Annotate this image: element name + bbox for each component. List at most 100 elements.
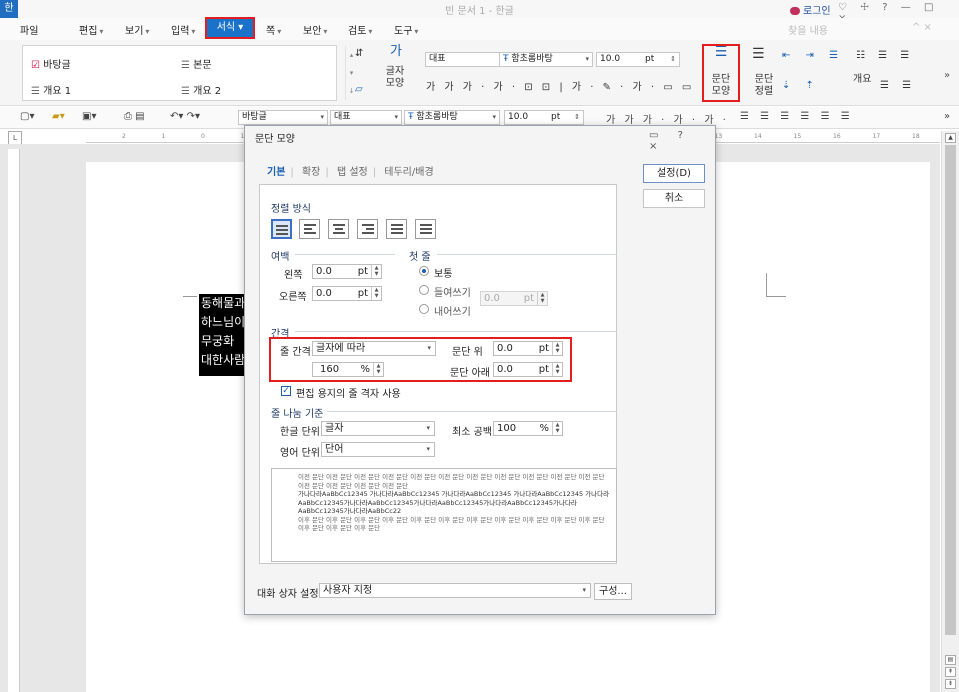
min-space-label: 최소 공백 xyxy=(452,427,492,438)
toolbar-style-select[interactable]: 바탕글 ▾ xyxy=(238,110,328,125)
menu-edit[interactable]: 편집 ▾ xyxy=(79,22,103,37)
ruler-tick: 15 xyxy=(793,133,802,140)
menu-view[interactable]: 보기 ▾ xyxy=(125,22,149,37)
outline-button[interactable]: 개요 xyxy=(853,74,871,86)
new-doc-icon[interactable]: ▢▾ xyxy=(20,111,34,122)
ribbon-size-field[interactable]: 10.0 pt ⇕ xyxy=(596,52,680,67)
style-item-batang[interactable]: ☑ 바탕글 xyxy=(31,56,71,71)
english-unit-select[interactable]: 단어 ▾ xyxy=(321,442,435,457)
align-right-button[interactable] xyxy=(357,219,378,239)
list-icons[interactable]: ☷ ☰ ☰ xyxy=(856,50,914,62)
align-distribute-button[interactable] xyxy=(386,219,407,239)
right-margin-label: 오른쪽 xyxy=(279,292,307,303)
toolbar-size-field[interactable]: 10.0 pt ⇕ xyxy=(504,110,584,125)
toolbar-align-icons[interactable]: ☰ ☰ ☰ ☰ ☰ ☰ xyxy=(740,111,854,122)
tab-basic[interactable]: 기본 xyxy=(267,167,285,178)
ribbon-font-select[interactable]: Ŧ 함초롬바탕 ▾ xyxy=(499,52,593,67)
preview-sample-text: 가나다라AaBbCc12345 가나다라AaBbCc12345 가나다라AaBb… xyxy=(298,490,610,515)
ribbon-expand-icon[interactable]: » xyxy=(944,70,950,82)
left-margin-input[interactable]: 0.0 pt ▲ ▼ xyxy=(312,264,382,279)
toolbar-expand-icon[interactable]: » xyxy=(944,111,950,122)
toolbar-font-select[interactable]: Ŧ 함초롬바탕 ▾ xyxy=(404,110,500,125)
first-line-indent-radio[interactable] xyxy=(419,285,429,295)
menu-file[interactable]: 파일 xyxy=(20,22,38,37)
align-justify-button[interactable] xyxy=(271,219,292,239)
paragraph-preview: 이전 문단 이전 문단 이전 문단 이전 문단 이전 문단 이전 문단 이전 문… xyxy=(271,468,617,562)
min-space-input[interactable]: 100% ▲ ▼ xyxy=(493,421,563,436)
dialog-controls[interactable]: ▭ ? × xyxy=(649,130,715,152)
dialog-title-bar[interactable]: 문단 모양 ▭ ? × xyxy=(245,126,715,152)
style-item-outline2[interactable]: ☰ 개요 2 xyxy=(181,82,221,97)
ribbon-format-row[interactable]: 가 가 가 · 가 · ⊡ ⊡ | 가 · ✎ · 가 · ▭ ▭ xyxy=(426,78,694,93)
right-margin-input[interactable]: 0.0 pt ▲ ▼ xyxy=(312,286,382,301)
tab-border-background[interactable]: 테두리/배경 xyxy=(384,167,433,178)
tab-extended[interactable]: 확장 xyxy=(302,167,320,178)
login-button[interactable]: 로그인 xyxy=(790,2,831,17)
first-line-normal-label: 보통 xyxy=(434,269,453,280)
menu-review[interactable]: 검토 ▾ xyxy=(348,22,372,37)
page-down-icon[interactable]: ⇟ xyxy=(945,679,956,689)
tab-tab-settings[interactable]: 탭 설정 xyxy=(337,167,368,178)
char-shape-button[interactable]: 글자 모양 xyxy=(382,66,408,90)
page-view-icon[interactable]: ▤ xyxy=(945,655,956,665)
first-line-normal-radio[interactable] xyxy=(419,266,429,276)
hangul-unit-select[interactable]: 글자 ▾ xyxy=(321,421,435,436)
indent-amount-input[interactable]: 0.0 pt ▲ ▼ xyxy=(480,291,548,306)
vertical-scrollbar[interactable]: ▲ ▤ ⇞ ⇟ xyxy=(941,131,959,692)
selected-text-block[interactable]: 동해물과 하느님이 무궁화 대한사람 xyxy=(199,294,245,376)
spacing-icons[interactable]: ⇣ ⇡ xyxy=(782,80,820,92)
menu-tools[interactable]: 도구 ▾ xyxy=(394,22,418,37)
preview-before-text: 이전 문단 이전 문단 이전 문단 이전 문단 이전 문단 이전 문단 이전 문… xyxy=(298,473,605,490)
scroll-up-icon[interactable]: ▲ xyxy=(945,133,956,143)
open-icon[interactable]: ▰▾ xyxy=(52,111,65,122)
first-line-indent-label: 들여쓰기 xyxy=(434,288,471,299)
doc-line[interactable]: 무궁화 xyxy=(201,332,245,351)
folder-icon[interactable]: ▱ xyxy=(355,84,363,96)
styleset-icon[interactable]: ⇵ xyxy=(355,48,363,60)
cancel-button[interactable]: 취소 xyxy=(643,189,705,208)
ruler-corner-icon[interactable]: L xyxy=(8,131,22,145)
vertical-ruler[interactable] xyxy=(8,149,20,692)
page-corner-mark xyxy=(183,287,197,297)
first-line-outdent-label: 내어쓰기 xyxy=(434,307,471,318)
doc-line[interactable]: 대한사람 xyxy=(201,351,245,370)
style-gallery[interactable]: ☑ 바탕글 ☰ 본문 ☰ 개요 1 ☰ 개요 2 ▴ ▾ ↓ xyxy=(22,45,354,101)
align-center-button[interactable] xyxy=(328,219,349,239)
indent-icons[interactable]: ⇤ ⇥ ☰ xyxy=(782,50,844,62)
menu-format[interactable]: 서식 ▾ xyxy=(205,17,255,39)
ruler-tick: 1 xyxy=(161,133,166,140)
align-section-title: 정렬 방식 xyxy=(271,204,311,215)
ruler-tick: 17 xyxy=(872,133,881,140)
paragraph-shape-dialog: 문단 모양 ▭ ? × 기본 | 확장 | 탭 설정 | 테두리/배경 설정(D) 취… xyxy=(244,125,716,615)
save-icon[interactable]: ▣▾ xyxy=(82,111,96,122)
find-hint[interactable]: 찾을 내용 xyxy=(788,22,828,37)
toolbar-format-row[interactable]: 가 가 가 · 가 · 가 · xyxy=(606,111,729,126)
align-left-button[interactable] xyxy=(299,219,320,239)
configure-button[interactable]: 구성... xyxy=(594,583,632,600)
bullet-icons[interactable]: ☰ ☰ xyxy=(880,80,916,92)
page-up-icon[interactable]: ⇞ xyxy=(945,667,956,677)
menu-page[interactable]: 쪽 ▾ xyxy=(266,22,281,37)
doc-line[interactable]: 하느님이 xyxy=(201,313,245,332)
style-item-outline1[interactable]: ☰ 개요 1 xyxy=(31,82,71,97)
undo-icon[interactable]: ↶▾ ↷▾ xyxy=(170,111,200,122)
menu-insert[interactable]: 입력 ▾ xyxy=(171,22,195,37)
grid-checkbox[interactable]: ✓ xyxy=(281,386,291,396)
style-lines-icon: ☰ xyxy=(31,86,40,97)
ruler-tick: 0 xyxy=(201,133,205,140)
ok-button[interactable]: 설정(D) xyxy=(643,164,705,183)
style-item-body[interactable]: ☰ 본문 xyxy=(181,56,212,71)
align-divide-button[interactable] xyxy=(415,219,436,239)
scroll-thumb[interactable] xyxy=(945,145,956,635)
preview-after-text: 이후 문단 이후 문단 이후 문단 이후 문단 이후 문단 이후 문단 이후 문… xyxy=(298,515,605,533)
char-shape-icon[interactable]: 가 xyxy=(386,45,406,58)
first-line-outdent-radio[interactable] xyxy=(419,304,429,314)
para-align-button[interactable]: 문단 정렬 xyxy=(750,74,778,98)
menu-security[interactable]: 보안 ▾ xyxy=(303,22,327,37)
ribbon-toggle[interactable]: ^ × xyxy=(912,22,932,33)
doc-line[interactable]: 동해물과 xyxy=(201,294,245,313)
dialog-settings-select[interactable]: 사용자 지정 ▾ xyxy=(319,583,591,598)
align-icon[interactable]: ☰ xyxy=(752,47,765,61)
print-icon[interactable]: ⎙ ▤ xyxy=(124,111,145,122)
toolbar-lang-select[interactable]: 대표 ▾ xyxy=(330,110,402,125)
